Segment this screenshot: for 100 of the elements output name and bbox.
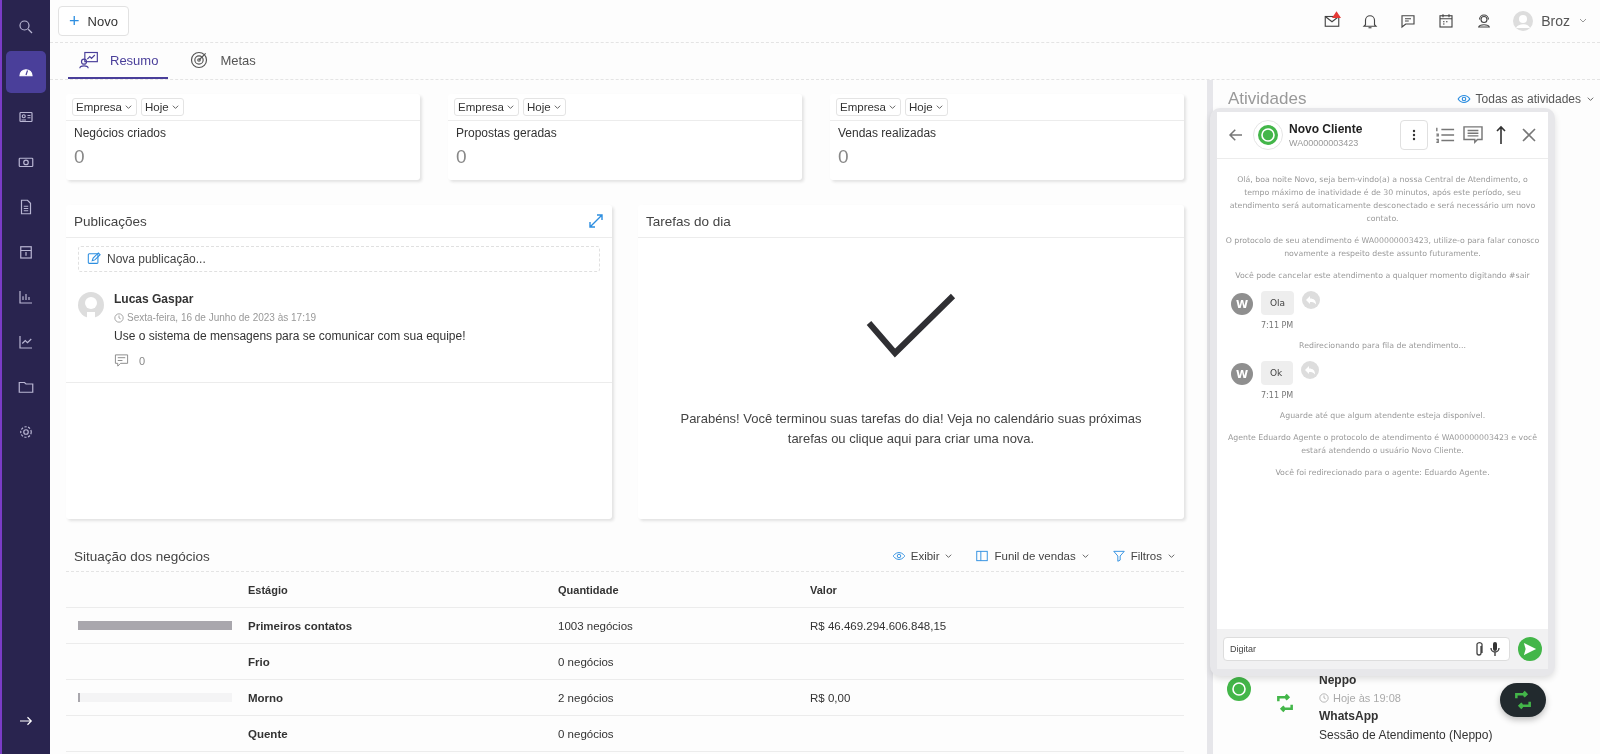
post-author: Lucas Gaspar — [114, 292, 195, 306]
view-option[interactable]: Exibir — [891, 549, 954, 563]
contact-name: Novo Cliente — [1289, 122, 1363, 136]
new-post-field[interactable]: Nova publicação... — [78, 246, 600, 272]
chevron-icon — [934, 102, 944, 112]
table-cell-text: 1003 negócios — [558, 619, 634, 632]
message-time: 7:11 PM — [1261, 321, 1295, 330]
send-button[interactable] — [1518, 637, 1542, 661]
chart-person-icon — [78, 50, 100, 70]
chevron-icon — [1586, 94, 1595, 104]
panel-title: Atividades — [1228, 89, 1307, 109]
tab[interactable]: Metas — [178, 43, 266, 79]
tab[interactable]: Resumo — [68, 43, 169, 79]
more-icon — [1412, 129, 1416, 141]
table-cell-text: Quente — [248, 727, 289, 740]
stat-value: 0 — [74, 146, 86, 168]
table-cell-text: Primeiros contatos — [248, 619, 354, 632]
activity-time: Hoje às 19:08 — [1319, 692, 1493, 704]
table-cell-text: 0 negócios — [558, 655, 615, 668]
chevron-icon — [552, 102, 562, 112]
protocol-number: WA00000003423 — [1289, 138, 1360, 148]
section-title: Situação dos negócios — [74, 548, 210, 564]
mail-icon[interactable] — [1323, 12, 1342, 30]
column-header: Valor — [810, 583, 838, 596]
eye-icon — [1456, 92, 1471, 106]
reply-icon — [1301, 361, 1320, 379]
new-button[interactable]: + Novo — [58, 6, 129, 36]
microphone-icon — [1490, 641, 1500, 657]
settings-icon — [17, 423, 35, 441]
table-cell-text: Frio — [248, 655, 271, 668]
filter-dropdown[interactable]: Hoje — [905, 98, 948, 116]
activity-author: Neppo — [1319, 673, 1358, 687]
edit-icon — [87, 252, 101, 266]
numbered-list-icon — [1435, 126, 1455, 144]
table-cell-text: 0 negócios — [558, 727, 615, 740]
message-bubble: Ola — [1261, 291, 1295, 315]
user-menu[interactable]: Broz — [1513, 11, 1588, 31]
tasks-message[interactable]: Parabéns! Você terminou suas tarefas do dia! Veja no calendário suas próximas tarefas ou clique aqui para criar uma nova. — [661, 409, 1161, 449]
table-cell-text: Morno — [248, 691, 285, 704]
refresh-icon — [1275, 693, 1295, 713]
filter-dropdown[interactable]: Empresa — [454, 98, 520, 116]
clock-icon — [114, 312, 124, 323]
view-option[interactable]: Filtros — [1111, 549, 1176, 563]
post-date: Sexta-feira, 16 de Junho de 2023 às 17:19 — [114, 312, 466, 323]
table-cell-text: R$ 46.469.294.606.848,15 — [810, 619, 948, 632]
stat-value: 0 — [838, 146, 850, 168]
refresh-icon — [1513, 690, 1533, 710]
activity-channel: WhatsApp — [1319, 709, 1380, 723]
send-icon — [1523, 642, 1537, 656]
eye-icon — [891, 549, 906, 563]
search-icon — [17, 18, 35, 36]
reply-icon — [1302, 291, 1321, 309]
chevron-icon — [506, 102, 516, 112]
chevron-icon — [944, 551, 954, 561]
refresh-button[interactable] — [1500, 683, 1546, 717]
sender-avatar: W — [1231, 293, 1253, 315]
panel-title: Publicações — [74, 213, 147, 229]
filter-dropdown[interactable]: Hoje — [141, 98, 184, 116]
message-icon — [1463, 126, 1483, 144]
attachment-icon — [1474, 641, 1484, 657]
activity-filter[interactable]: Todas as atividades — [1456, 92, 1595, 106]
message-field[interactable]: Digitar — [1223, 637, 1510, 661]
chevron-icon — [124, 102, 134, 112]
filter-dropdown[interactable]: Hoje — [523, 98, 566, 116]
column-header: Estágio — [248, 583, 289, 596]
chevron-icon — [1080, 551, 1090, 561]
filter-dropdown[interactable]: Empresa — [836, 98, 902, 116]
message-bubble: Ok — [1261, 361, 1294, 385]
avatar-icon — [78, 292, 104, 318]
comments-button[interactable]: 0 — [114, 353, 466, 368]
stat-label: Vendas realizadas — [838, 126, 938, 140]
sender-avatar: W — [1231, 363, 1253, 385]
clock-icon — [1319, 693, 1329, 703]
columns-icon — [975, 549, 990, 563]
stat-label: Negócios criados — [74, 126, 168, 140]
filter-icon — [1111, 549, 1126, 563]
activity-subject: Sessão de Atendimento (Neppo) — [1319, 728, 1493, 742]
post-text: Use o sistema de mensagens para se comunicar com sua equipe! — [114, 329, 466, 343]
table-cell-text: 2 negócios — [558, 691, 615, 704]
filter-dropdown[interactable]: Empresa — [72, 98, 138, 116]
calendar-icon[interactable] — [1437, 12, 1456, 30]
checkmark-icon — [866, 293, 956, 359]
close-icon — [1521, 127, 1537, 143]
column-header: Quantidade — [558, 583, 620, 596]
box-icon — [17, 243, 35, 261]
view-option[interactable]: Funil de vendas — [975, 549, 1090, 563]
expand-icon — [588, 213, 604, 229]
sidebar-item[interactable] — [6, 51, 46, 93]
chevron-icon — [170, 102, 180, 112]
bars-icon — [17, 288, 35, 306]
table-cell-text: R$ 0,00 — [810, 691, 852, 704]
comment-icon — [114, 353, 129, 368]
message-time: 7:11 PM — [1261, 391, 1294, 400]
expand-button[interactable] — [588, 213, 604, 229]
avatar-icon — [1513, 11, 1534, 31]
stat-label: Propostas geradas — [456, 126, 558, 140]
chevron-icon — [1167, 551, 1176, 561]
chat-icon[interactable] — [1399, 12, 1418, 30]
chevron-icon — [888, 102, 898, 112]
bell-icon[interactable] — [1361, 12, 1380, 30]
